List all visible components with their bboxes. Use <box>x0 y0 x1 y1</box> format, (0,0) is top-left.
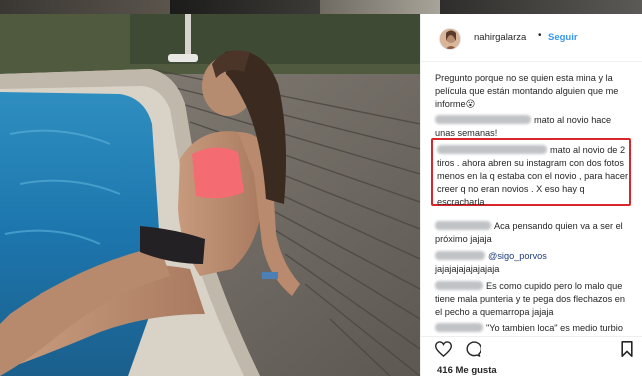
comment-text: mato al novio de 2 tiros . ahora abren s… <box>437 145 629 207</box>
follow-button[interactable]: Seguir <box>548 32 578 43</box>
post-actions: 416 Me gusta <box>421 336 642 376</box>
avatar-image <box>440 29 460 49</box>
blurred-username <box>435 221 491 230</box>
post-photo[interactable] <box>0 14 420 376</box>
comment-text: Pregunto porque no se quien esta mina y … <box>435 73 619 109</box>
comment-2: mato al novio hace unas semanas! <box>435 114 633 140</box>
bookmark-icon[interactable] <box>621 341 633 362</box>
blurred-username <box>435 323 483 332</box>
comment-4: Aca pensando quien va a ser el próximo j… <box>435 220 633 246</box>
comment-1: Pregunto porque no se quien esta mina y … <box>435 72 633 111</box>
post-sidebar: nahirgalarza • Seguir Pregunto porque no… <box>420 14 642 376</box>
comment-text: jajajajajajajajaja <box>435 264 500 274</box>
blurred-username <box>437 145 547 154</box>
likes-count[interactable]: 416 Me gusta <box>437 365 497 376</box>
post-header: nahirgalarza • Seguir <box>421 14 642 62</box>
heart-icon[interactable] <box>434 341 453 362</box>
top-strip <box>0 0 642 14</box>
mention-link[interactable]: @sigo_porvos <box>488 251 547 261</box>
post-photo-image <box>0 14 420 376</box>
comment-6: Es como cupido pero lo malo que tiene ma… <box>435 280 633 319</box>
username[interactable]: nahirgalarza <box>474 32 526 43</box>
comment-3: mato al novio de 2 tiros . ahora abren s… <box>437 144 631 209</box>
blurred-username <box>435 251 485 260</box>
header-separator: • <box>538 30 542 41</box>
blurred-username <box>435 281 483 290</box>
avatar[interactable] <box>439 28 461 50</box>
blurred-username <box>435 115 531 124</box>
comment-icon[interactable] <box>464 341 483 362</box>
comment-5: @sigo_porvos jajajajajajajajaja <box>435 250 633 276</box>
